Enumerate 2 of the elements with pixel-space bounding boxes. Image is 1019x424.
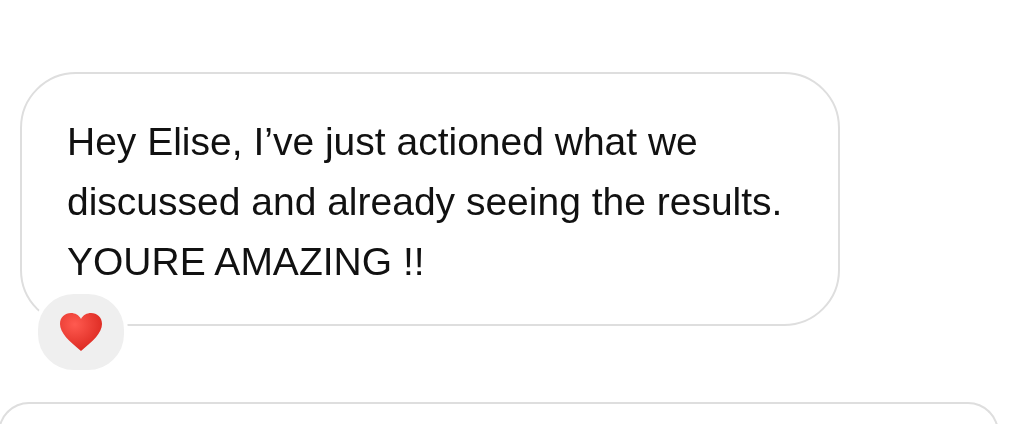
message-text: Hey Elise, I’ve just actioned what we discussed and already seeing the results. YOURE AMAZING !! [67, 119, 784, 285]
heart-icon [59, 312, 103, 352]
